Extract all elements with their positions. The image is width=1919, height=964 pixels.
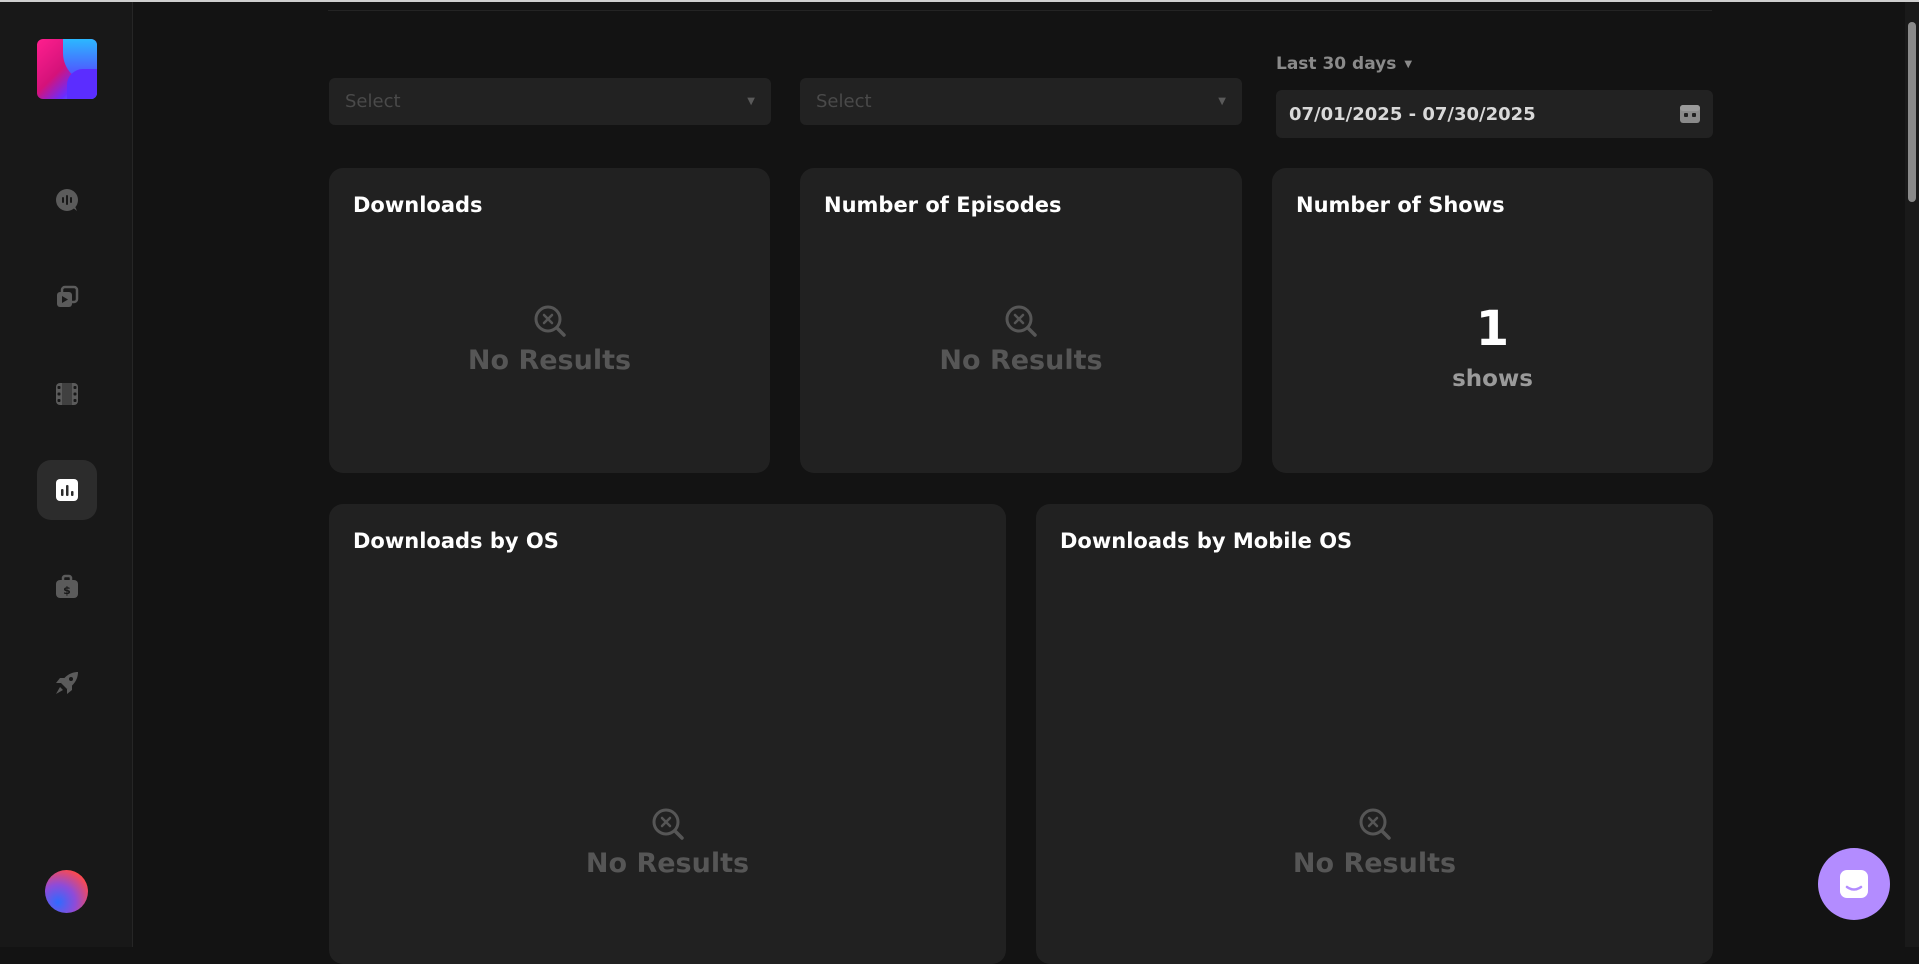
- show-select-placeholder: Select: [345, 91, 401, 112]
- chat-icon: [1840, 870, 1868, 898]
- date-range-input[interactable]: 07/01/2025 - 07/30/2025: [1276, 90, 1713, 138]
- caret-down-icon: ▼: [747, 96, 755, 107]
- sidebar-item-videos[interactable]: [37, 364, 97, 424]
- empty-state: No Results: [800, 303, 1242, 376]
- app-logo[interactable]: [37, 39, 97, 99]
- shows-count: 1: [1475, 301, 1510, 357]
- film-icon: [56, 383, 78, 405]
- scrollbar-thumb[interactable]: [1908, 22, 1916, 202]
- episodes-icon: [57, 285, 79, 307]
- date-preset-dropdown[interactable]: Last 30 days ▼: [1276, 54, 1412, 74]
- card-title: Downloads by Mobile OS: [1060, 529, 1353, 553]
- empty-state-text: No Results: [585, 848, 750, 879]
- episode-select-placeholder: Select: [816, 91, 872, 112]
- avatar[interactable]: [45, 870, 88, 913]
- downloads-card: Downloads No Results: [329, 168, 770, 473]
- no-results-icon: [652, 808, 684, 840]
- episode-select[interactable]: Select ▼: [800, 78, 1242, 125]
- empty-state-text: No Results: [1292, 848, 1457, 879]
- downloads-by-mobile-os-card: Downloads by Mobile OS No Results: [1036, 504, 1713, 964]
- empty-state-text: No Results: [467, 345, 632, 376]
- card-title: Downloads by OS: [353, 529, 559, 553]
- show-select[interactable]: Select ▼: [329, 78, 771, 125]
- shows-unit: shows: [1452, 366, 1533, 392]
- top-border: [0, 0, 1919, 2]
- rocket-icon: [56, 672, 78, 694]
- card-title: Downloads: [353, 193, 483, 217]
- svg-text:$: $: [63, 584, 71, 597]
- sidebar-item-episodes[interactable]: [37, 267, 97, 327]
- logo-shape-inner: [67, 69, 97, 99]
- sidebar-item-analytics[interactable]: [37, 460, 97, 520]
- card-title: Number of Episodes: [824, 193, 1062, 217]
- caret-down-icon: ▼: [1218, 96, 1226, 107]
- sidebar-item-monetization[interactable]: $: [37, 557, 97, 617]
- page-scrollbar[interactable]: [1905, 2, 1919, 947]
- header-divider: [328, 10, 1712, 11]
- sidebar-item-boost[interactable]: [37, 653, 97, 713]
- calendar-icon[interactable]: [1679, 104, 1701, 124]
- date-preset-label: Last 30 days: [1276, 54, 1397, 74]
- empty-state: No Results: [1036, 806, 1713, 879]
- card-title: Number of Shows: [1296, 193, 1505, 217]
- shows-card: Number of Shows 1 shows: [1272, 168, 1713, 473]
- downloads-by-os-card: Downloads by OS No Results: [329, 504, 1006, 964]
- empty-state: No Results: [329, 303, 770, 376]
- analytics-icon: [56, 479, 78, 501]
- no-results-icon: [534, 305, 566, 337]
- empty-state-text: No Results: [939, 345, 1103, 376]
- no-results-icon: [1005, 305, 1037, 337]
- episodes-card: Number of Episodes No Results: [800, 168, 1242, 473]
- date-range-value: 07/01/2025 - 07/30/2025: [1289, 103, 1536, 125]
- caret-down-icon: ▼: [1404, 58, 1413, 70]
- chat-launcher-button[interactable]: [1818, 848, 1890, 920]
- empty-state: No Results: [329, 806, 1006, 879]
- sidebar-item-podcasts[interactable]: [37, 170, 97, 230]
- podcast-icon: [56, 189, 78, 211]
- sidebar: $: [0, 2, 133, 947]
- monetization-icon: $: [56, 574, 78, 598]
- no-results-icon: [1359, 808, 1391, 840]
